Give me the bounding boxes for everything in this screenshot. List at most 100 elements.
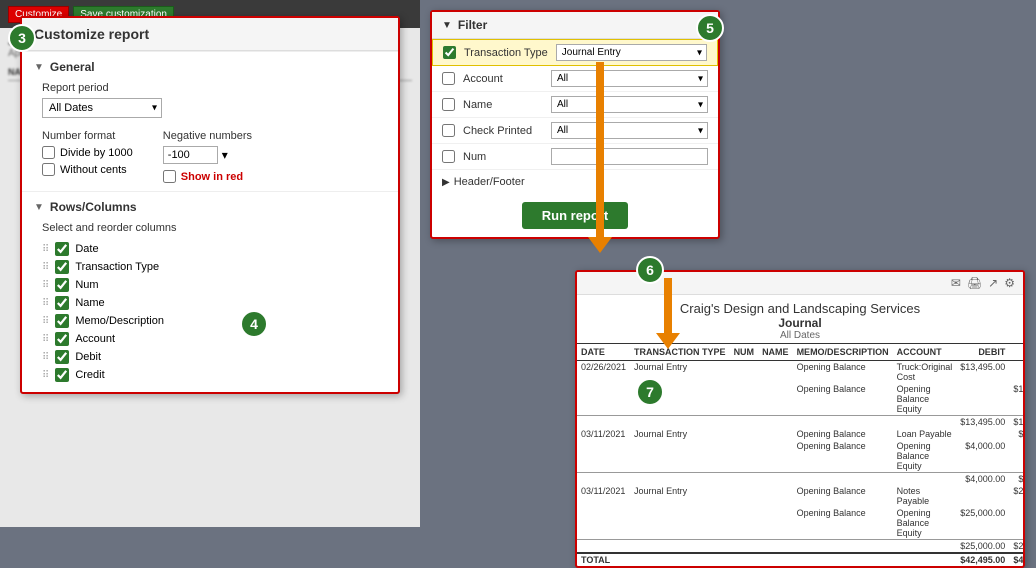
col-debit: DEBIT [956,344,1009,361]
filter-txntype-select[interactable]: Journal Entry [556,44,707,61]
filter-checkprinted-select[interactable]: All [551,122,708,139]
cell-name [758,361,793,416]
filter-name-checkbox[interactable] [442,98,455,111]
filter-account-select[interactable]: All [551,70,708,87]
filter-num-input[interactable] [551,148,708,165]
column-memo: ⠿ Memo/Description [42,312,378,330]
drag-handle-date[interactable]: ⠿ [42,244,49,255]
subtotal-row: $25,000.00 $25,000.00 [577,540,1025,554]
column-credit: ⠿ Credit [42,366,378,384]
cell-date: 03/11/2021 [577,485,630,540]
cell-debit: $4,000.00 [956,440,1009,473]
negative-numbers-group: Negative numbers ▾ Show in red [163,130,252,183]
arrow-to-run-report [588,62,612,253]
show-in-red-label: Show in red [181,171,243,183]
report-date-range: All Dates [577,330,1023,341]
checkbox-txntype[interactable] [55,260,69,274]
drag-handle-num[interactable]: ⠿ [42,280,49,291]
col-memo: MEMO/DESCRIPTION [793,344,893,361]
divide-by-1000-checkbox[interactable] [42,146,55,159]
filter-checkprinted-checkbox[interactable] [442,124,455,137]
cell-txntype: Journal Entry [630,485,730,540]
checkbox-name[interactable] [55,296,69,310]
report-name: Journal [577,316,1023,330]
col-credit: CREDIT [1009,344,1025,361]
checkbox-account[interactable] [55,332,69,346]
drag-handle-debit[interactable]: ⠿ [42,352,49,363]
cell-num [730,361,759,416]
cell-memo: Opening Balance [793,485,893,507]
export-icon[interactable]: ↗ [988,276,998,290]
filter-row-name: Name All [432,92,718,118]
column-account: ⠿ Account [42,330,378,348]
cell-memo: Opening Balance [793,428,893,440]
cell-debit [956,485,1009,507]
filter-num-name: Num [463,151,543,163]
filter-arrow-icon: ▼ [442,20,452,31]
cell-credit: $4,000.00 [1009,428,1025,440]
drag-handle-credit[interactable]: ⠿ [42,370,49,381]
column-debit: ⠿ Debit [42,348,378,366]
checkbox-debit[interactable] [55,350,69,364]
without-cents-row: Without cents [42,163,133,176]
checkbox-date[interactable] [55,242,69,256]
drag-handle-account[interactable]: ⠿ [42,334,49,345]
cell-txntype: Journal Entry [630,428,730,473]
column-date: ⠿ Date [42,240,378,258]
neg-dropdown-arrow: ▾ [222,148,228,162]
number-format-group: Number format Divide by 1000 Without cen… [22,126,398,191]
col-num: NUM [730,344,759,361]
cell-credit [1009,361,1025,384]
filter-name-select[interactable]: All [551,96,708,113]
cell-account: Loan Payable [893,428,957,440]
drag-handle-txntype[interactable]: ⠿ [42,262,49,273]
cell-memo: Opening Balance [793,440,893,473]
number-format-options: Number format Divide by 1000 Without cen… [42,130,133,180]
cell-num [730,485,759,540]
filter-row-txntype: Transaction Type Journal Entry [432,39,718,66]
filter-panel: ▼ Filter Transaction Type Journal Entry … [430,10,720,239]
report-period-select[interactable]: All Dates [42,98,162,118]
drag-handle-name[interactable]: ⠿ [42,298,49,309]
cell-name [758,485,793,540]
filter-row-checkprinted: Check Printed All [432,118,718,144]
rows-columns-section: ▼ Rows/Columns [22,191,398,218]
cell-debit [956,383,1009,416]
filter-account-checkbox[interactable] [442,72,455,85]
columns-list: Select and reorder columns ⠿ Date ⠿ Tran… [22,218,398,392]
cell-debit: $25,000.00 [956,507,1009,540]
cell-date: 03/11/2021 [577,428,630,473]
print-icon[interactable]: 🖨 [967,276,982,290]
col-name: NAME [758,344,793,361]
step-badge-4: 4 [240,310,268,338]
filter-header: ▼ Filter [432,12,718,39]
cell-account: Truck:Original Cost [893,361,957,384]
cell-memo: Opening Balance [793,507,893,540]
settings-icon[interactable]: ⚙ [1004,276,1015,290]
filter-account-name: Account [463,73,543,85]
table-row: 03/11/2021 Journal Entry Opening Balance… [577,485,1025,507]
cell-account: Opening Balance Equity [893,440,957,473]
cell-memo: Opening Balance [793,383,893,416]
filter-num-checkbox[interactable] [442,150,455,163]
checkbox-credit[interactable] [55,368,69,382]
col-account: ACCOUNT [893,344,957,361]
run-report-button[interactable]: Run report [522,202,628,229]
filter-txntype-checkbox[interactable] [443,46,456,59]
cell-name [758,428,793,473]
step-badge-3: 3 [8,24,36,52]
cell-credit [1009,440,1025,473]
email-icon[interactable]: ✉ [951,276,961,290]
table-row: 03/11/2021 Journal Entry Opening Balance… [577,428,1025,440]
show-in-red-checkbox[interactable] [163,170,176,183]
cell-credit [1009,507,1025,540]
checkbox-num[interactable] [55,278,69,292]
step-badge-6: 6 [636,256,664,284]
cell-account: Opening Balance Equity [893,383,957,416]
drag-handle-memo[interactable]: ⠿ [42,316,49,327]
negative-numbers-input[interactable] [163,146,218,164]
without-cents-checkbox[interactable] [42,163,55,176]
checkbox-memo[interactable] [55,314,69,328]
report-period-group: Report period All Dates [22,78,398,126]
reorder-label: Select and reorder columns [42,222,378,234]
